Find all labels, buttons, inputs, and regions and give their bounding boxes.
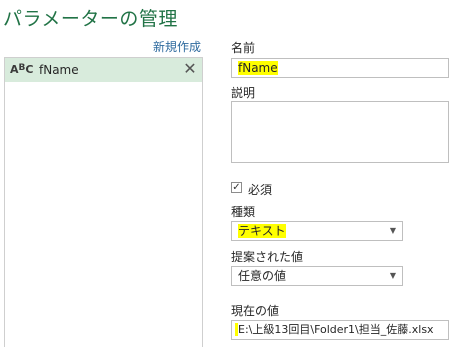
current-value: E:\上級13回目\Folder1\担当_佐藤.xlsx <box>238 323 434 336</box>
type-value: テキスト <box>238 224 286 238</box>
abc-text-type-icon: ABC <box>10 63 34 76</box>
delete-parameter-icon[interactable]: ✕ <box>182 60 198 78</box>
new-parameter-link[interactable]: 新規作成 <box>153 38 201 55</box>
description-label: 説明 <box>231 86 256 100</box>
page-title: パラメーターの管理 <box>3 8 178 30</box>
parameter-list-item-fname[interactable]: ABC fName ✕ <box>5 58 202 82</box>
suggested-values-value: 任意の値 <box>238 269 287 283</box>
suggested-values-label: 提案された値 <box>231 250 304 264</box>
type-label: 種類 <box>231 205 256 219</box>
parameter-list: ABC fName ✕ <box>4 57 203 347</box>
type-select[interactable]: テキスト ▼ <box>231 221 403 241</box>
chevron-down-icon: ▼ <box>389 226 396 235</box>
required-label: 必須 <box>248 183 273 197</box>
name-value: fName <box>238 61 278 75</box>
parameter-name: fName <box>39 63 79 77</box>
chevron-down-icon: ▼ <box>389 271 396 280</box>
suggested-values-select[interactable]: 任意の値 ▼ <box>231 266 403 286</box>
required-checkbox[interactable]: ✓ <box>231 182 242 193</box>
current-value-label: 現在の値 <box>231 304 280 318</box>
current-value-field[interactable]: E:\上級13回目\Folder1\担当_佐藤.xlsx <box>231 320 449 340</box>
description-field[interactable] <box>231 101 449 163</box>
name-field[interactable]: fName <box>231 58 449 78</box>
name-label: 名前 <box>231 41 256 55</box>
